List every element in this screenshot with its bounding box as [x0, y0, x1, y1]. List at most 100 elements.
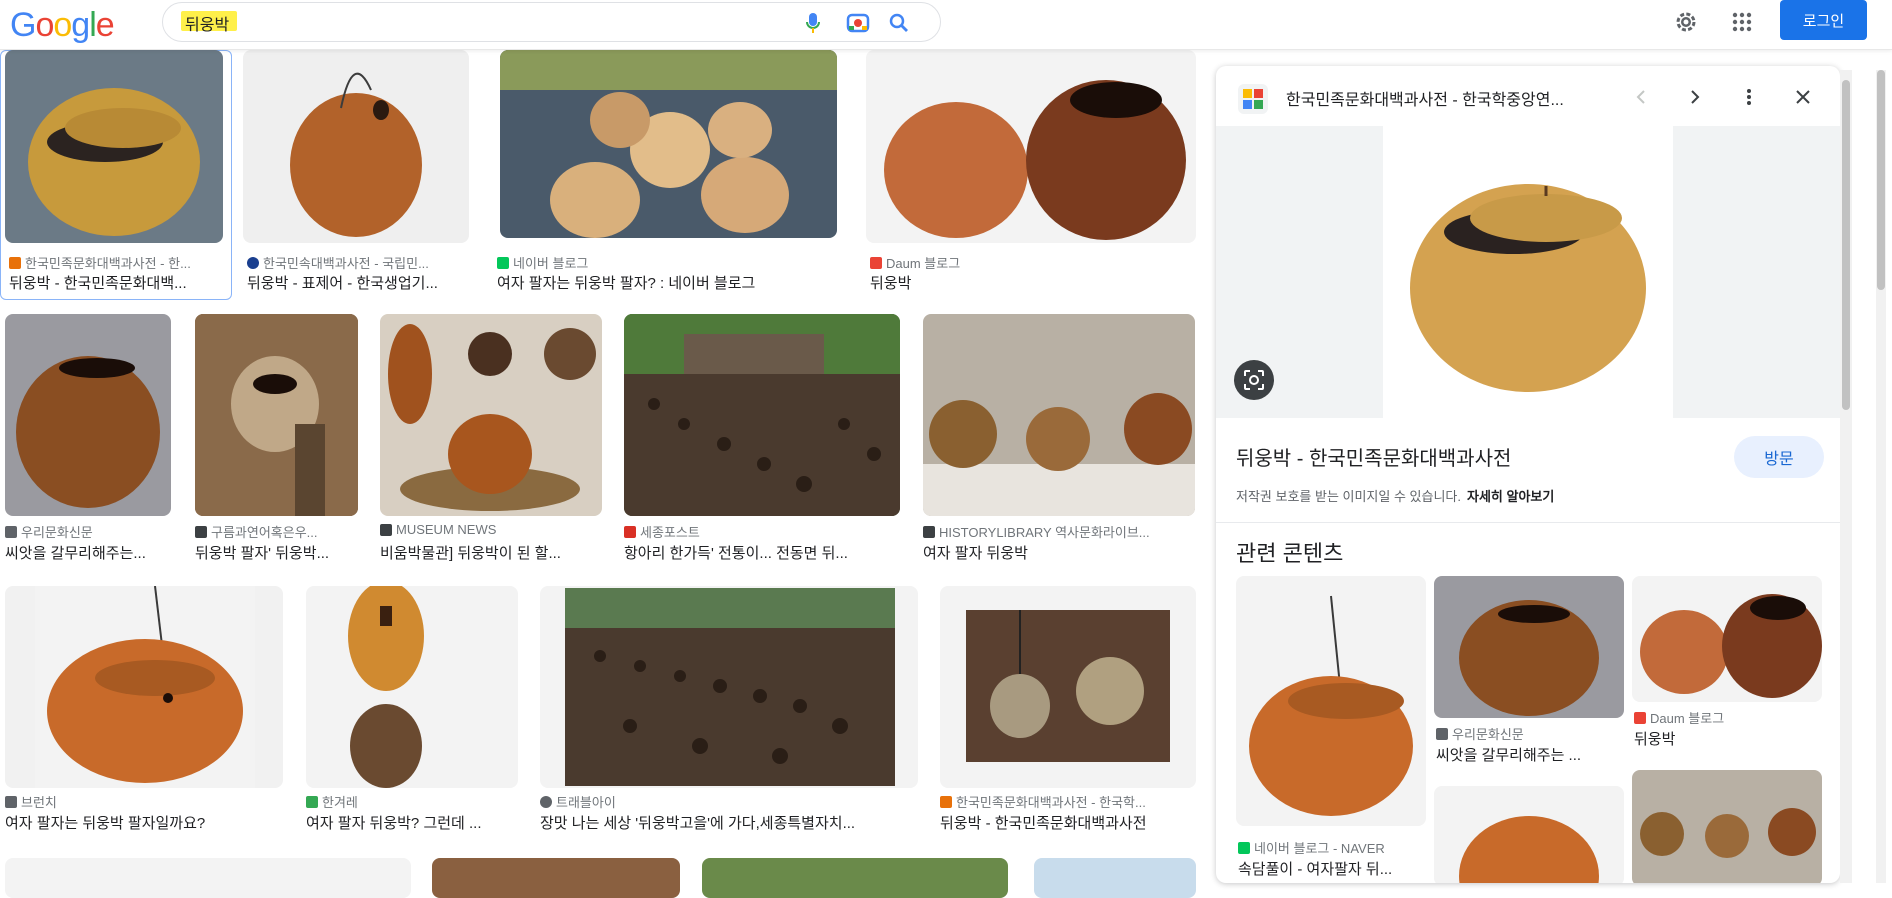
result-card[interactable]: Daum 블로그 뒤웅박	[866, 50, 1196, 295]
learn-more-link[interactable]: 자세히 알아보기	[1467, 489, 1554, 504]
result-title: 장맛 나는 세상 '뒤웅박고을'에 가다,세종특별자치...	[540, 815, 856, 832]
image-preview-panel: 한국민족문화대백과사전 - 한국학중앙연... 뒤웅박 - 한국민족문화대백과사…	[1216, 66, 1840, 883]
result-source: 한겨레	[306, 792, 518, 811]
result-thumbnail	[923, 314, 1195, 516]
site-favicon	[5, 795, 17, 808]
related-title: 속담풀이 - 여자팔자 뒤...	[1238, 861, 1393, 878]
result-thumbnail	[306, 586, 518, 788]
result-card[interactable]	[306, 586, 518, 788]
site-favicon	[247, 256, 259, 269]
result-source-label: 구름과연어혹은우...	[211, 525, 318, 540]
apps-grid-icon[interactable]	[1726, 6, 1758, 38]
page-scrollbar-thumb[interactable]	[1877, 70, 1885, 290]
lens-search-icon[interactable]	[1234, 360, 1274, 400]
site-favicon	[5, 525, 17, 538]
result-source: Daum 블로그	[870, 253, 1190, 272]
result-card[interactable]	[940, 586, 1196, 788]
logo-letter: e	[95, 6, 115, 44]
related-heading: 관련 콘텐츠	[1236, 541, 1344, 566]
site-favicon	[1238, 841, 1250, 854]
result-title: 여자 팔자 뒤웅박	[923, 545, 1028, 562]
related-card[interactable]: 네이버 블로그 - NAVER 속담풀이 - 여자팔자 뒤...	[1236, 576, 1426, 878]
result-thumbnail	[195, 314, 358, 516]
result-card[interactable]	[624, 314, 900, 524]
chevron-left-icon[interactable]	[1626, 82, 1656, 112]
related-thumbnail	[1632, 770, 1822, 883]
result-source: 브런치	[5, 792, 283, 811]
panel-scrollbar-thumb[interactable]	[1842, 80, 1850, 410]
result-source: 구름과연어혹은우...	[195, 522, 358, 541]
result-source: 한국민속대백과사전 - 국립민...	[247, 253, 463, 272]
camera-lens-icon[interactable]	[845, 11, 871, 35]
result-title: 씨앗을 갈무리해주는...	[5, 545, 146, 562]
result-thumbnail	[5, 586, 283, 788]
result-source-label: Daum 블로그	[886, 256, 961, 271]
related-thumbnail	[1434, 576, 1624, 718]
site-favicon	[1436, 727, 1448, 740]
result-source-label: 한국민속대백과사전 - 국립민...	[263, 256, 429, 271]
result-title: 항아리 한가득' 전통이... 전동면 뒤...	[624, 545, 848, 562]
result-thumbnail[interactable]	[1034, 858, 1196, 898]
related-thumbnail	[1434, 786, 1624, 883]
gear-icon[interactable]	[1670, 6, 1702, 38]
result-source-label: 한국민족문화대백과사전 - 한...	[25, 256, 191, 271]
result-title: 비움박물관] 뒤웅박이 된 할...	[380, 545, 561, 562]
result-source-label: 세종포스트	[640, 525, 700, 540]
close-icon[interactable]	[1788, 82, 1818, 112]
logo-letter: g	[71, 6, 90, 44]
related-title: 씨앗을 갈무리해주는 ...	[1436, 747, 1582, 764]
result-source: 세종포스트	[624, 522, 900, 541]
result-source: MUSEUM NEWS	[380, 522, 602, 537]
result-thumbnail[interactable]	[5, 858, 411, 898]
logo-letter: G	[10, 6, 36, 44]
related-thumbnail	[1236, 576, 1426, 826]
result-source: 한국민족문화대백과사전 - 한...	[9, 253, 219, 272]
site-favicon	[1238, 84, 1268, 114]
result-card[interactable]	[5, 314, 171, 524]
result-card[interactable]	[195, 314, 358, 524]
site-favicon	[306, 795, 318, 808]
result-card[interactable]	[5, 586, 283, 788]
site-favicon	[870, 256, 882, 269]
site-favicon	[380, 523, 392, 536]
result-title: 뒤웅박 - 한국민족문화대백과사전	[940, 815, 1147, 832]
related-source: 네이버 블로그 - NAVER	[1238, 838, 1385, 857]
related-source: Daum 블로그	[1634, 708, 1724, 727]
result-thumbnail	[380, 314, 602, 516]
search-input[interactable]	[185, 12, 765, 34]
result-title: 뒤웅박 팔자' 뒤웅박...	[195, 545, 330, 562]
result-thumbnail	[243, 50, 469, 243]
panel-title[interactable]: 뒤웅박 - 한국민족문화대백과사전	[1236, 442, 1511, 471]
result-source: HISTORYLIBRARY 역사문화라이브...	[923, 522, 1195, 541]
visit-button[interactable]: 방문	[1734, 436, 1824, 478]
result-card[interactable]: 한국민속대백과사전 - 국립민... 뒤웅박 - 표제어 - 한국생업기...	[243, 50, 469, 295]
result-card[interactable]	[540, 586, 918, 788]
result-thumbnail	[940, 586, 1196, 788]
site-favicon	[923, 525, 935, 538]
login-button[interactable]: 로그인	[1780, 0, 1867, 40]
result-source-label: HISTORYLIBRARY 역사문화라이브...	[939, 525, 1150, 540]
result-thumbnail	[5, 50, 223, 243]
related-card[interactable]: Daum 블로그 뒤웅박	[1632, 576, 1822, 883]
preview-image[interactable]	[1216, 126, 1840, 418]
search-icon[interactable]	[887, 11, 911, 35]
result-card[interactable]	[923, 314, 1195, 524]
microphone-icon[interactable]	[801, 11, 825, 35]
related-card[interactable]: 우리문화신문 씨앗을 갈무리해주는 ...	[1434, 576, 1624, 883]
result-source: 한국민족문화대백과사전 - 한국학...	[940, 792, 1196, 811]
result-thumbnail[interactable]	[702, 858, 1008, 898]
more-vert-icon[interactable]	[1734, 82, 1764, 112]
related-source-label: Daum 블로그	[1650, 711, 1725, 726]
result-source: 네이버 블로그	[497, 253, 837, 272]
google-logo[interactable]: Google	[10, 6, 115, 45]
result-thumbnail	[500, 50, 837, 238]
result-thumbnail[interactable]	[432, 858, 680, 898]
panel-source[interactable]: 한국민족문화대백과사전 - 한국학중앙연...	[1286, 86, 1606, 110]
result-title: 여자 팔자는 뒤웅박 팔자? : 네이버 블로그	[497, 275, 756, 292]
result-card[interactable]	[380, 314, 602, 524]
result-card[interactable]: 한국민족문화대백과사전 - 한... 뒤웅박 - 한국민족문화대백...	[5, 50, 223, 295]
site-favicon	[497, 256, 509, 269]
related-source-label: 우리문화신문	[1452, 727, 1524, 742]
chevron-right-icon[interactable]	[1680, 82, 1710, 112]
result-card[interactable]: 네이버 블로그 여자 팔자는 뒤웅박 팔자? : 네이버 블로그	[493, 50, 849, 295]
